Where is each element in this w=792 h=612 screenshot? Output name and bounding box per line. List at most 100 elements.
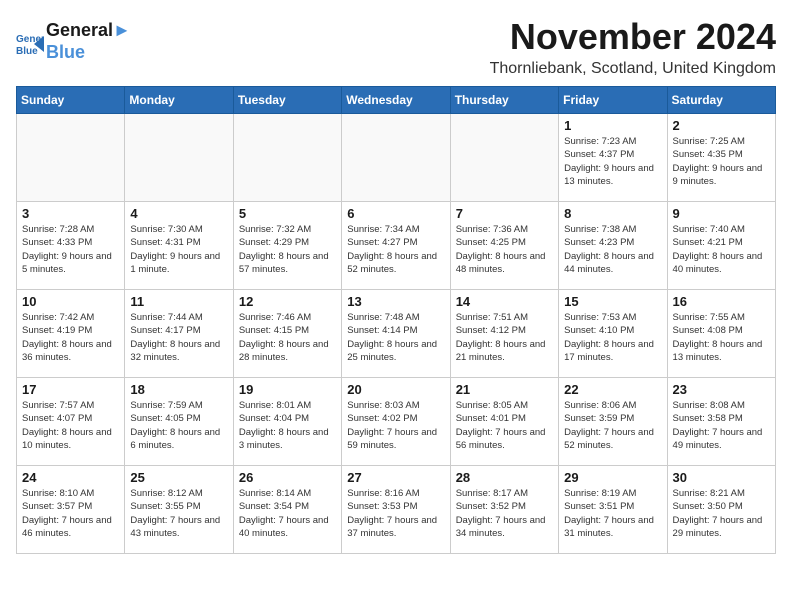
day-number: 20 [347,382,444,397]
day-number: 29 [564,470,661,485]
day-info: Sunrise: 7:34 AMSunset: 4:27 PMDaylight:… [347,223,444,276]
day-number: 26 [239,470,336,485]
calendar-header-row: SundayMondayTuesdayWednesdayThursdayFrid… [17,87,776,114]
calendar-cell [342,114,450,202]
day-info: Sunrise: 8:03 AMSunset: 4:02 PMDaylight:… [347,399,444,452]
day-number: 28 [456,470,553,485]
day-number: 21 [456,382,553,397]
day-info: Sunrise: 7:57 AMSunset: 4:07 PMDaylight:… [22,399,119,452]
day-info: Sunrise: 7:42 AMSunset: 4:19 PMDaylight:… [22,311,119,364]
day-number: 11 [130,294,227,309]
day-info: Sunrise: 7:40 AMSunset: 4:21 PMDaylight:… [673,223,770,276]
calendar-cell: 14Sunrise: 7:51 AMSunset: 4:12 PMDayligh… [450,290,558,378]
day-number: 15 [564,294,661,309]
calendar-week-row: 10 Sunrise: 7:42 AMSunset: 4:19 PMDayligh… [17,290,776,378]
day-number: 13 [347,294,444,309]
day-info: Sunrise: 7:28 AMSunset: 4:33 PMDaylight:… [22,223,119,276]
day-info: Sunrise: 7:44 AMSunset: 4:17 PMDaylight:… [130,311,227,364]
calendar-cell: 22Sunrise: 8:06 AMSunset: 3:59 PMDayligh… [559,378,667,466]
day-number: 27 [347,470,444,485]
calendar-cell [17,114,125,202]
calendar-cell: 23 Sunrise: 8:08 AMSunset: 3:58 PMDayligh… [667,378,775,466]
calendar-cell: 21 Sunrise: 8:05 AMSunset: 4:01 PMDayligh… [450,378,558,466]
calendar-cell: 3 Sunrise: 7:28 AMSunset: 4:33 PMDaylight… [17,202,125,290]
day-number: 18 [130,382,227,397]
day-info: Sunrise: 7:36 AMSunset: 4:25 PMDaylight:… [456,223,553,276]
calendar-cell [450,114,558,202]
day-number: 10 [22,294,119,309]
calendar-cell: 18 Sunrise: 7:59 AMSunset: 4:05 PMDayligh… [125,378,233,466]
calendar-cell: 4Sunrise: 7:30 AMSunset: 4:31 PMDaylight… [125,202,233,290]
day-info: Sunrise: 7:55 AMSunset: 4:08 PMDaylight:… [673,311,770,364]
weekday-header: Friday [559,87,667,114]
page-header: General Blue General► Blue November 2024… [16,16,776,78]
logo-text: General► Blue [46,20,131,63]
weekday-header: Monday [125,87,233,114]
calendar-week-row: 24 Sunrise: 8:10 AMSunset: 3:57 PMDayligh… [17,466,776,554]
weekday-header: Tuesday [233,87,341,114]
calendar-week-row: 3 Sunrise: 7:28 AMSunset: 4:33 PMDaylight… [17,202,776,290]
calendar-cell: 10 Sunrise: 7:42 AMSunset: 4:19 PMDayligh… [17,290,125,378]
day-number: 8 [564,206,661,221]
day-info: Sunrise: 7:59 AMSunset: 4:05 PMDaylight:… [130,399,227,452]
day-number: 17 [22,382,119,397]
day-info: Sunrise: 8:05 AMSunset: 4:01 PMDaylight:… [456,399,553,452]
weekday-header: Wednesday [342,87,450,114]
day-info: Sunrise: 7:53 AMSunset: 4:10 PMDaylight:… [564,311,661,364]
calendar-cell: 8 Sunrise: 7:38 AMSunset: 4:23 PMDaylight… [559,202,667,290]
calendar-cell: 29 Sunrise: 8:19 AMSunset: 3:51 PMDayligh… [559,466,667,554]
calendar-cell: 26Sunrise: 8:14 AMSunset: 3:54 PMDayligh… [233,466,341,554]
calendar-table: SundayMondayTuesdayWednesdayThursdayFrid… [16,86,776,554]
day-number: 3 [22,206,119,221]
calendar-cell: 30Sunrise: 8:21 AMSunset: 3:50 PMDayligh… [667,466,775,554]
calendar-cell: 7Sunrise: 7:36 AMSunset: 4:25 PMDaylight… [450,202,558,290]
calendar-cell: 1Sunrise: 7:23 AMSunset: 4:37 PMDaylight… [559,114,667,202]
calendar-cell: 9 Sunrise: 7:40 AMSunset: 4:21 PMDaylight… [667,202,775,290]
day-number: 5 [239,206,336,221]
calendar-cell: 15 Sunrise: 7:53 AMSunset: 4:10 PMDayligh… [559,290,667,378]
day-info: Sunrise: 8:08 AMSunset: 3:58 PMDaylight:… [673,399,770,452]
calendar-cell: 16 Sunrise: 7:55 AMSunset: 4:08 PMDayligh… [667,290,775,378]
calendar-cell [233,114,341,202]
day-number: 19 [239,382,336,397]
calendar-cell: 11 Sunrise: 7:44 AMSunset: 4:17 PMDayligh… [125,290,233,378]
calendar-cell: 2 Sunrise: 7:25 AMSunset: 4:35 PMDaylight… [667,114,775,202]
day-info: Sunrise: 8:10 AMSunset: 3:57 PMDaylight:… [22,487,119,540]
day-info: Sunrise: 7:38 AMSunset: 4:23 PMDaylight:… [564,223,661,276]
day-number: 30 [673,470,770,485]
day-info: Sunrise: 7:51 AMSunset: 4:12 PMDaylight:… [456,311,553,364]
day-info: Sunrise: 7:25 AMSunset: 4:35 PMDaylight:… [673,135,770,188]
day-number: 24 [22,470,119,485]
day-info: Sunrise: 8:06 AMSunset: 3:59 PMDaylight:… [564,399,661,452]
day-info: Sunrise: 8:19 AMSunset: 3:51 PMDaylight:… [564,487,661,540]
calendar-cell: 20 Sunrise: 8:03 AMSunset: 4:02 PMDayligh… [342,378,450,466]
calendar-cell: 19 Sunrise: 8:01 AMSunset: 4:04 PMDayligh… [233,378,341,466]
day-number: 23 [673,382,770,397]
calendar-cell: 28 Sunrise: 8:17 AMSunset: 3:52 PMDayligh… [450,466,558,554]
day-number: 25 [130,470,227,485]
calendar-week-row: 17 Sunrise: 7:57 AMSunset: 4:07 PMDayligh… [17,378,776,466]
weekday-header: Saturday [667,87,775,114]
day-number: 9 [673,206,770,221]
calendar-cell: 24 Sunrise: 8:10 AMSunset: 3:57 PMDayligh… [17,466,125,554]
day-number: 16 [673,294,770,309]
day-number: 6 [347,206,444,221]
day-number: 1 [564,118,661,133]
day-info: Sunrise: 7:30 AMSunset: 4:31 PMDaylight:… [130,223,227,276]
calendar-cell: 17 Sunrise: 7:57 AMSunset: 4:07 PMDayligh… [17,378,125,466]
day-info: Sunrise: 8:17 AMSunset: 3:52 PMDaylight:… [456,487,553,540]
calendar-cell: 5 Sunrise: 7:32 AMSunset: 4:29 PMDaylight… [233,202,341,290]
calendar-cell: 6 Sunrise: 7:34 AMSunset: 4:27 PMDaylight… [342,202,450,290]
weekday-header: Thursday [450,87,558,114]
location-title: Thornliebank, Scotland, United Kingdom [490,60,776,78]
calendar-cell: 12Sunrise: 7:46 AMSunset: 4:15 PMDayligh… [233,290,341,378]
day-number: 2 [673,118,770,133]
day-info: Sunrise: 8:01 AMSunset: 4:04 PMDaylight:… [239,399,336,452]
calendar-cell [125,114,233,202]
day-info: Sunrise: 7:46 AMSunset: 4:15 PMDaylight:… [239,311,336,364]
day-info: Sunrise: 7:32 AMSunset: 4:29 PMDaylight:… [239,223,336,276]
logo-icon: General Blue [16,28,44,56]
calendar-cell: 13 Sunrise: 7:48 AMSunset: 4:14 PMDayligh… [342,290,450,378]
calendar-cell: 27Sunrise: 8:16 AMSunset: 3:53 PMDayligh… [342,466,450,554]
day-info: Sunrise: 7:48 AMSunset: 4:14 PMDaylight:… [347,311,444,364]
